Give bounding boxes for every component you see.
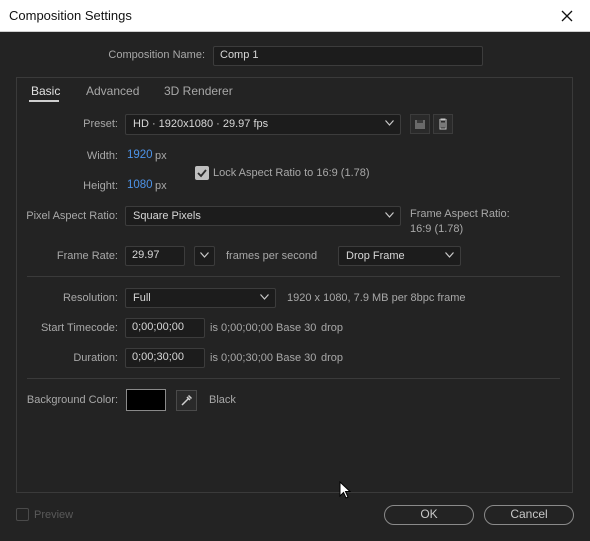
start-timecode-label: Start Timecode:	[40, 322, 118, 334]
tab-active-underline	[29, 100, 59, 102]
start-timecode-is: is 0;00;00;00	[210, 322, 273, 334]
tab-advanced[interactable]: Advanced	[86, 84, 139, 98]
start-timecode-base: Base 30	[276, 322, 317, 334]
duration-base: Base 30	[276, 352, 317, 364]
height-label: Height:	[83, 180, 118, 192]
lock-aspect-label: Lock Aspect Ratio to 16:9 (1.78)	[213, 167, 370, 179]
chevron-down-icon	[445, 252, 454, 258]
divider	[27, 378, 560, 379]
frame-aspect-label: Frame Aspect Ratio:	[410, 208, 510, 220]
save-preset-icon	[415, 120, 425, 129]
chevron-down-icon	[385, 212, 394, 218]
eyedropper-icon	[181, 394, 193, 406]
comp-name-input[interactable]: Comp 1	[213, 46, 483, 66]
resolution-value: Full	[133, 292, 151, 304]
save-preset-button[interactable]	[410, 114, 430, 134]
background-color-label: Background Color:	[26, 394, 118, 406]
width-label: Width:	[86, 150, 118, 162]
chevron-down-icon	[200, 252, 209, 258]
frame-rate-input[interactable]: 29.97	[125, 246, 185, 266]
width-value[interactable]: 1920	[127, 149, 153, 161]
height-value[interactable]: 1080	[127, 179, 153, 191]
duration-label: Duration:	[73, 352, 118, 364]
frame-rate-label: Frame Rate:	[56, 250, 118, 262]
divider	[27, 276, 560, 277]
background-color-name: Black	[209, 394, 236, 406]
resolution-label: Resolution:	[62, 292, 118, 304]
pixel-aspect-dropdown[interactable]: Square Pixels	[125, 206, 401, 226]
close-icon	[561, 10, 573, 21]
preview-checkbox[interactable]	[16, 508, 29, 521]
chevron-down-icon	[385, 120, 394, 126]
eyedropper-button[interactable]	[176, 390, 197, 411]
cancel-button[interactable]: Cancel	[484, 505, 574, 525]
height-unit: px	[155, 180, 167, 192]
lock-aspect-checkbox[interactable]	[195, 166, 209, 180]
comp-name-label: Composition Name:	[108, 49, 205, 61]
mouse-cursor-icon	[339, 481, 351, 499]
frame-aspect-value: 16:9 (1.78)	[410, 223, 464, 235]
trash-icon	[439, 118, 447, 130]
drop-frame-dropdown[interactable]: Drop Frame	[338, 246, 461, 266]
preset-dropdown[interactable]: HD · 1920x1080 · 29.97 fps	[125, 114, 401, 135]
tab-basic[interactable]: Basic	[31, 84, 60, 98]
title-bar: Composition Settings	[0, 0, 590, 32]
frame-rate-unit: frames per second	[226, 250, 318, 262]
checkmark-icon	[197, 169, 207, 178]
ok-button[interactable]: OK	[384, 505, 474, 525]
width-unit: px	[155, 150, 167, 162]
duration-input[interactable]: 0;00;30;00	[125, 348, 205, 368]
resolution-dropdown[interactable]: Full	[125, 288, 276, 308]
dialog-content: Composition Name: Comp 1 Basic Advanced …	[0, 32, 590, 541]
pixel-aspect-label: Pixel Aspect Ratio:	[26, 210, 118, 222]
start-timecode-input[interactable]: 0;00;00;00	[125, 318, 205, 338]
preset-label: Preset:	[83, 118, 118, 130]
window-title: Composition Settings	[9, 8, 132, 23]
chevron-down-icon	[260, 294, 269, 300]
start-timecode-drop: drop	[321, 322, 344, 334]
frame-rate-dropdown[interactable]	[194, 246, 215, 266]
preview-label: Preview	[34, 509, 74, 521]
settings-panel	[16, 77, 573, 493]
close-button[interactable]	[544, 0, 590, 31]
drop-frame-value: Drop Frame	[346, 250, 405, 262]
duration-is: is 0;00;30;00	[210, 352, 273, 364]
tab-3d-renderer[interactable]: 3D Renderer	[164, 84, 233, 98]
delete-preset-button[interactable]	[433, 114, 453, 134]
duration-drop: drop	[321, 352, 344, 364]
preset-value: HD · 1920x1080 · 29.97 fps	[133, 118, 269, 130]
resolution-info: 1920 x 1080, 7.9 MB per 8bpc frame	[287, 292, 466, 304]
pixel-aspect-value: Square Pixels	[133, 210, 201, 222]
background-color-swatch[interactable]	[126, 389, 166, 411]
